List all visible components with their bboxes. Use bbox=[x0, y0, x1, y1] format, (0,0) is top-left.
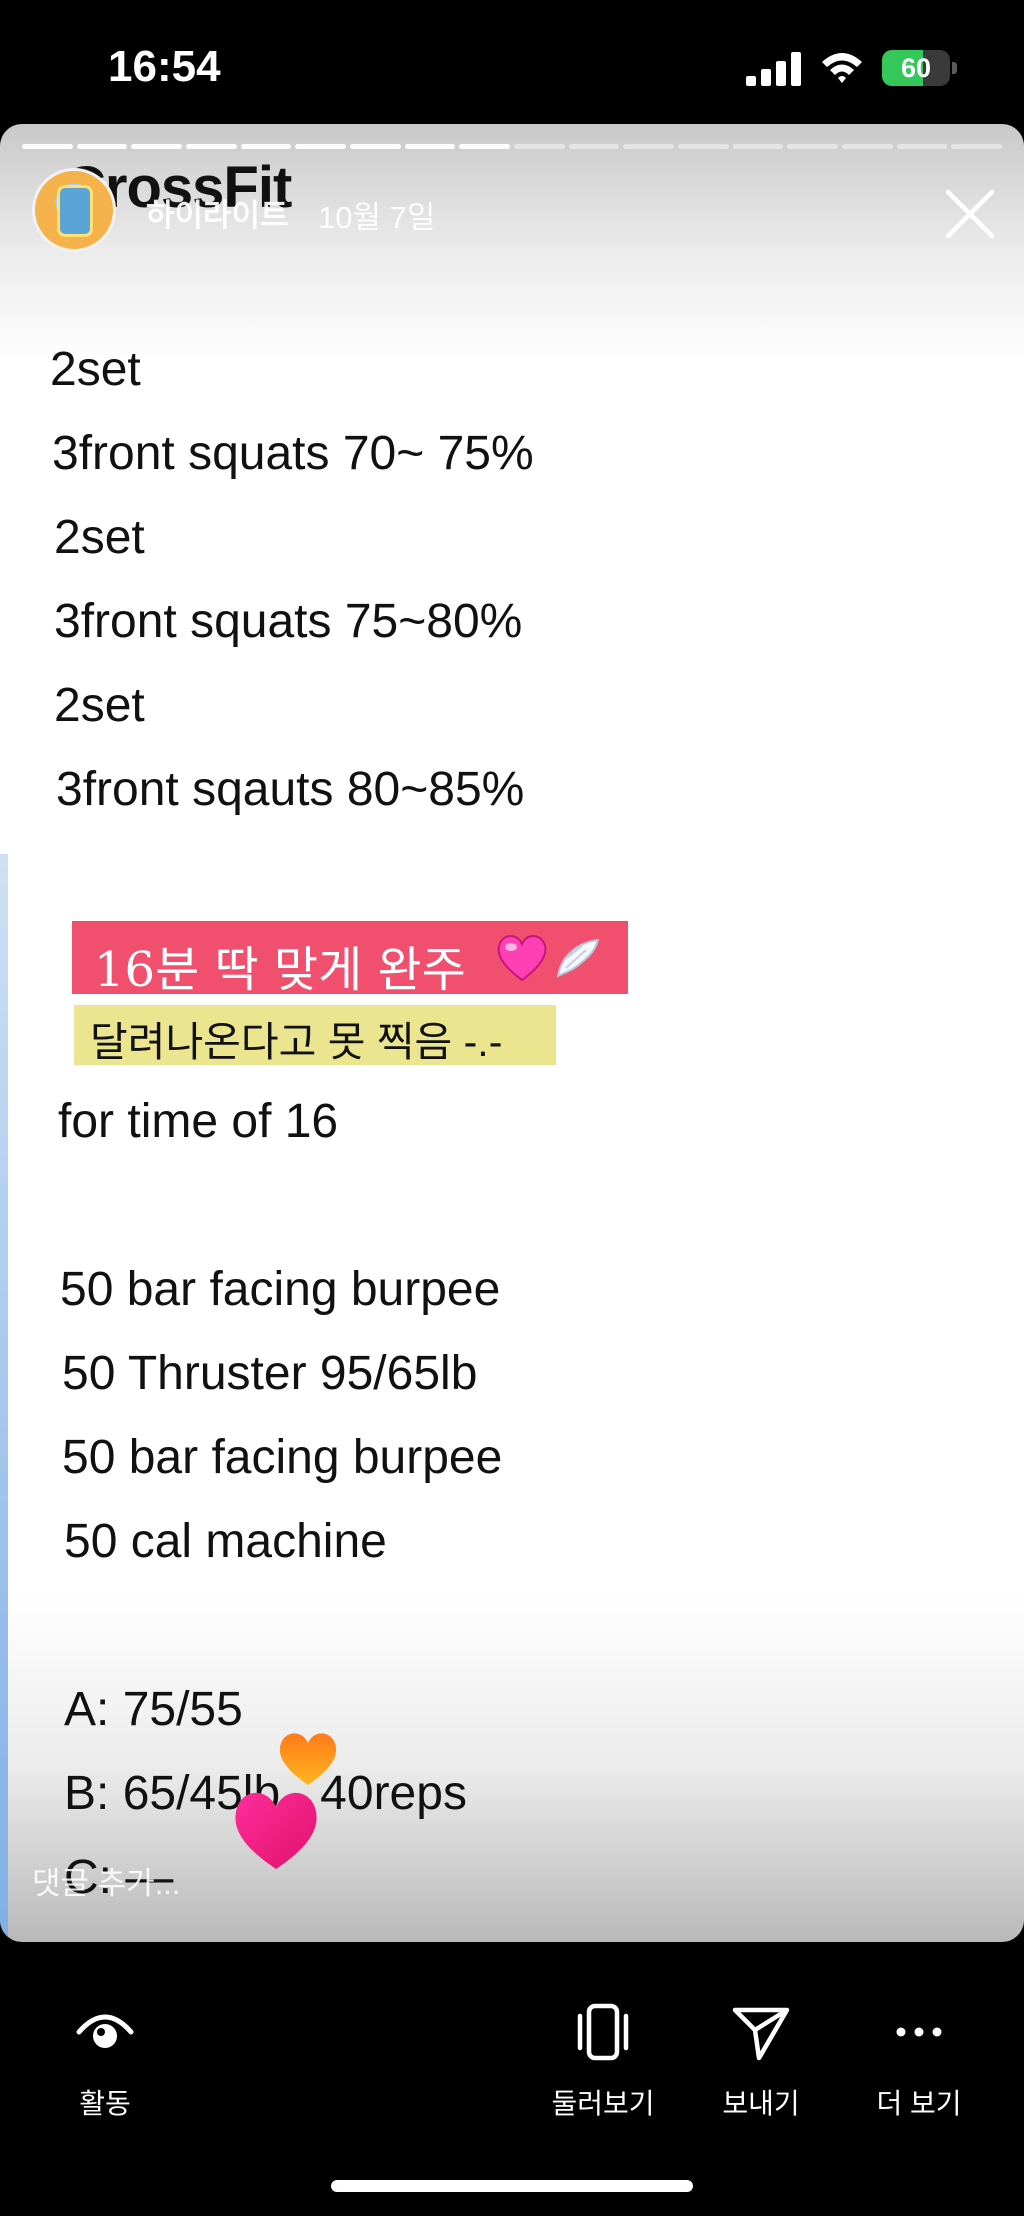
workout-line: 3front squats 70~ 75% bbox=[52, 427, 534, 480]
story-progress-segment bbox=[131, 144, 183, 149]
story-progress-segment bbox=[896, 144, 948, 149]
workout-line: 50 Thruster 95/65lb bbox=[62, 1347, 478, 1400]
bottom-action-bar: 활동 둘러보기 보내기 더 보기 bbox=[0, 1942, 1024, 2216]
workout-line: for time of 16 bbox=[58, 1095, 339, 1148]
story-progress-segment bbox=[404, 144, 456, 149]
workout-line: 50 bar facing burpee bbox=[60, 1263, 501, 1316]
workout-line: 2set bbox=[54, 511, 145, 564]
workout-line: A: 75/55 bbox=[64, 1683, 243, 1736]
story-progress-segment bbox=[787, 144, 839, 149]
avatar[interactable] bbox=[32, 168, 116, 252]
battery-percent: 60 bbox=[900, 53, 932, 83]
story-progress-segment bbox=[678, 144, 729, 149]
story-viewer[interactable]: CrossFit 하이라이트 10월 7일 2set 3front squats… bbox=[0, 124, 1024, 1942]
floating-heart-orange-icon bbox=[279, 1733, 337, 1785]
story-edge-decoration bbox=[0, 854, 8, 1942]
wing-icon bbox=[556, 938, 600, 978]
story-owner-name[interactable]: 하이라이트 bbox=[146, 190, 289, 235]
browse-phone-icon bbox=[577, 2003, 629, 2061]
story-progress-segment bbox=[623, 144, 675, 149]
story-progress-segment bbox=[732, 144, 784, 149]
floating-heart-pink-icon bbox=[235, 1792, 317, 1869]
highlight-text-pink: 16분 딱 맞게 완주 bbox=[94, 942, 466, 998]
story-progress-segment bbox=[350, 144, 401, 149]
story-date: 10월 7일 bbox=[318, 200, 436, 235]
story-progress-segment bbox=[295, 144, 347, 149]
story-progress-segment bbox=[76, 144, 128, 149]
send-paper-plane-icon bbox=[732, 2007, 790, 2061]
workout-line: 2set bbox=[50, 343, 141, 396]
send-label: 보내기 bbox=[722, 2088, 800, 2119]
story-progress-segment bbox=[240, 144, 292, 149]
story-progress-segment bbox=[186, 144, 237, 149]
wifi-icon bbox=[822, 53, 862, 83]
home-indicator[interactable] bbox=[331, 2180, 693, 2192]
story-progress-segment bbox=[514, 144, 565, 149]
story-progress-segment bbox=[22, 144, 73, 149]
status-time: 16:54 bbox=[108, 42, 221, 91]
story-progress-segment bbox=[568, 144, 620, 149]
story-progress-segment bbox=[842, 144, 893, 149]
workout-line: 50 cal machine bbox=[64, 1515, 387, 1568]
workout-line: 3front squats 75~80% bbox=[54, 595, 523, 648]
browse-button[interactable]: 둘러보기 bbox=[533, 2000, 673, 2130]
close-icon[interactable] bbox=[940, 184, 1000, 244]
activity-label: 활동 bbox=[79, 2088, 131, 2119]
activity-button[interactable]: 활동 bbox=[35, 2000, 175, 2130]
more-button[interactable]: 더 보기 bbox=[849, 2000, 989, 2130]
browse-label: 둘러보기 bbox=[551, 2088, 655, 2119]
story-progress-segment bbox=[951, 144, 1003, 149]
battery-icon: 60 bbox=[882, 50, 958, 86]
workout-line: 50 bar facing burpee bbox=[62, 1431, 503, 1484]
more-label: 더 보기 bbox=[876, 2088, 962, 2119]
send-button[interactable]: 보내기 bbox=[691, 2000, 831, 2130]
comment-input[interactable]: 댓글 추가... bbox=[32, 1858, 181, 1903]
workout-line: 3front sqauts 80~85% bbox=[56, 763, 525, 816]
highlight-text-yellow: 달려나온다고 못 찍음 -.- bbox=[90, 1019, 503, 1065]
cellular-signal-icon bbox=[746, 52, 801, 86]
pink-heart-icon bbox=[497, 935, 547, 982]
more-dots-icon bbox=[896, 2027, 942, 2037]
status-bar: 16:54 60 bbox=[0, 0, 1024, 124]
workout-line: 2set bbox=[54, 679, 145, 732]
story-progress-bar bbox=[22, 144, 1003, 149]
activity-eye-icon bbox=[76, 2014, 134, 2048]
story-progress-segment bbox=[459, 144, 511, 149]
